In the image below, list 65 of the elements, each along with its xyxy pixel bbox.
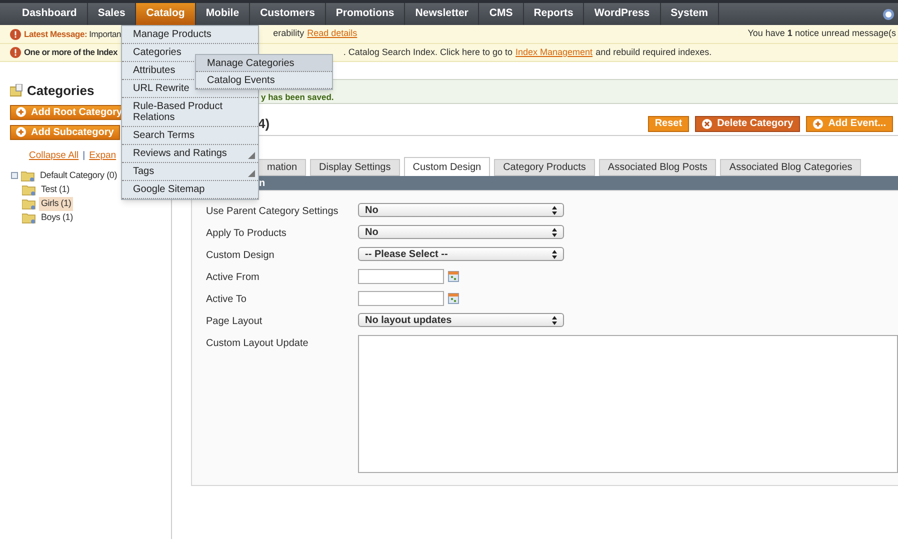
tab[interactable]: Category Products xyxy=(494,159,595,176)
folder-icon xyxy=(22,198,36,210)
select-field[interactable]: No xyxy=(358,225,564,239)
expand-all-link[interactable]: Expan xyxy=(89,148,116,163)
tab[interactable]: Display Settings xyxy=(310,159,400,176)
submenu-item[interactable]: Catalog Events xyxy=(196,72,332,89)
index-management-link[interactable]: Index Management xyxy=(516,46,593,60)
notice-text: Importan xyxy=(89,28,122,40)
select-arrows-icon xyxy=(552,228,557,236)
field-label: Apply To Products xyxy=(206,227,288,241)
folder-icon xyxy=(22,212,36,224)
delete-icon xyxy=(702,118,712,128)
submenu-item[interactable]: Manage Categories xyxy=(196,55,332,72)
plus-icon xyxy=(16,107,26,117)
date-field[interactable] xyxy=(358,291,444,306)
menu-item[interactable]: Google Sitemap xyxy=(122,181,258,199)
categories-icon xyxy=(10,84,23,98)
menu-item[interactable]: Search Terms xyxy=(122,127,258,145)
plus-icon xyxy=(813,118,824,128)
tree-node[interactable]: Boys (1) xyxy=(39,211,75,224)
field-label: Active From xyxy=(206,271,260,285)
select-field[interactable]: -- Please Select -- xyxy=(358,247,564,261)
calendar-icon[interactable] xyxy=(448,271,459,282)
layout-update-field[interactable] xyxy=(358,335,898,473)
collapse-all-link[interactable]: Collapse All xyxy=(29,148,79,163)
notice-title: Latest Message: xyxy=(24,28,88,40)
index-notice-text: One or more of the Index xyxy=(24,46,118,59)
menu-item[interactable]: Rule-Based Product Relations xyxy=(122,98,258,127)
error-icon xyxy=(10,28,21,40)
tree-node[interactable]: Default Category (0) xyxy=(38,169,120,182)
field-label: Custom Design xyxy=(206,249,276,263)
tab[interactable]: Associated Blog Categories xyxy=(720,159,862,176)
select-arrows-icon xyxy=(552,250,557,258)
field-label: Active To xyxy=(206,293,248,307)
folder-icon xyxy=(21,170,35,182)
calendar-icon[interactable] xyxy=(448,293,459,304)
select-arrows-icon xyxy=(552,316,557,324)
tab[interactable]: Custom Design xyxy=(404,157,490,176)
menu-item[interactable]: Manage Products xyxy=(122,26,258,44)
unread-notice-text: You have 1 notice unread message(s xyxy=(748,27,896,40)
action-button[interactable]: Delete Category xyxy=(695,116,800,132)
sidebar-title: Categories xyxy=(27,82,94,100)
plus-icon xyxy=(16,127,26,137)
index-notice-text: . Catalog Search Index. Click here to go to xyxy=(343,46,512,59)
select-field[interactable]: No layout updates xyxy=(358,313,564,327)
select-field[interactable]: No xyxy=(358,203,564,217)
help-icon[interactable] xyxy=(883,8,894,20)
tab[interactable]: Associated Blog Posts xyxy=(598,159,716,176)
tree-node[interactable]: Girls (1) xyxy=(39,197,74,210)
menu-item[interactable]: Reviews and Ratings xyxy=(122,145,258,163)
page-heading: 4) xyxy=(258,114,270,133)
link-separator: | xyxy=(82,148,86,162)
tab[interactable]: mation xyxy=(258,159,306,176)
field-label: Use Parent Category Settings xyxy=(206,205,340,219)
error-icon xyxy=(10,47,21,58)
tree-node[interactable]: Test (1) xyxy=(39,183,72,196)
select-arrows-icon xyxy=(552,206,557,214)
field-label: Page Layout xyxy=(206,315,264,329)
folder-icon xyxy=(22,184,36,196)
notice-text: erability xyxy=(273,27,304,40)
collapse-icon[interactable] xyxy=(11,172,18,180)
field-label: Custom Layout Update xyxy=(206,337,310,351)
menu-item[interactable]: Tags xyxy=(122,163,258,181)
index-notice-text: and rebuild required indexes. xyxy=(596,46,712,59)
date-field[interactable] xyxy=(358,269,444,284)
